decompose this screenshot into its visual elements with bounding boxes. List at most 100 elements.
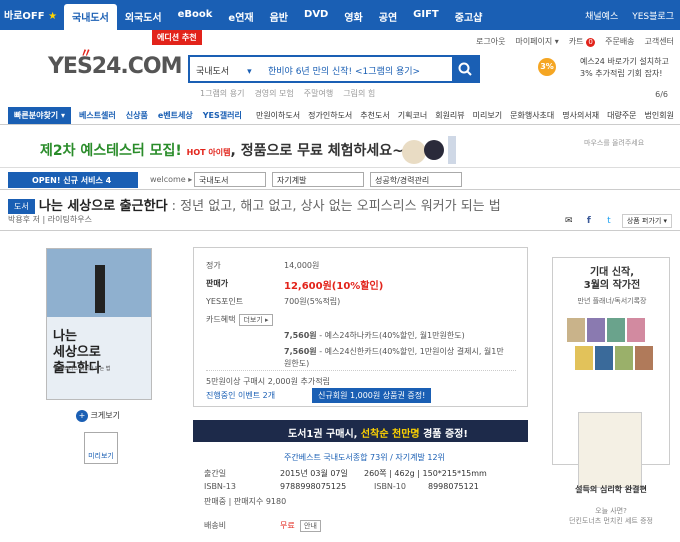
chevron-down-icon: ▾ (247, 67, 252, 77)
nav-show[interactable]: 공연 (371, 4, 405, 30)
mypage-link[interactable]: 마이페이지 ▾ (515, 36, 558, 47)
hot-keyword[interactable]: 주말여행 (304, 88, 333, 99)
isbn10-value: 8998075121 (428, 482, 479, 491)
planner-image (567, 318, 653, 370)
persuasion-book-image (578, 412, 642, 488)
open-service-button[interactable]: OPEN! 신규 서비스 4 (8, 172, 138, 188)
card-benefit-2-cont: 원한도) (284, 359, 310, 368)
cover-subtitle: 오피스리스 워커가 되는 법 (55, 366, 111, 372)
logout-link[interactable]: 로그아웃 (476, 36, 505, 47)
breadcrumb-select-category[interactable]: 국내도서 (194, 172, 266, 187)
promo-banner[interactable]: 제2차 예스테스터 모집! HOT 아이템, 정품으로 무료 체험하세요~ 마우… (0, 130, 680, 168)
shortcut-promo[interactable]: 3% 예스24 바로가기 설치하고 3% 추가적립 기회 잡자! (532, 56, 669, 80)
order-link[interactable]: 주문배송 (605, 36, 634, 47)
breadcrumb-welcome[interactable]: welcome ▸ (150, 175, 192, 184)
scrap-button[interactable]: 상품 퍼가기 ▾ (621, 214, 672, 228)
quick-category-button[interactable]: 빠른분야찾기 ▾ (8, 107, 71, 124)
shipping-value: 무료 (280, 521, 295, 530)
catnav-link[interactable]: 만원이하도서 (256, 110, 300, 121)
yes24-logo[interactable]: YES24.COM 〃 (48, 46, 183, 79)
catnav-link[interactable]: 정가인하도서 (308, 110, 352, 121)
rank-link[interactable]: 주간베스트 국내도서종합 73위 / 자기계발 12위 (284, 452, 445, 463)
mail-icon[interactable]: ✉ (562, 215, 576, 227)
cart-link[interactable]: 카트 0 (569, 36, 596, 47)
catnav-link[interactable]: 기획코너 (398, 110, 427, 121)
search-button[interactable] (452, 57, 478, 81)
event-link[interactable]: e벤트세상 (158, 110, 193, 121)
author-publisher[interactable]: 박용후 저 | 라이팅하우스 (8, 214, 92, 225)
breadcrumb-select-detail[interactable]: 성공학/경력관리 (370, 172, 462, 187)
share-bar: ✉ f t 상품 퍼가기 ▾ (562, 214, 672, 228)
catnav-link[interactable]: 미리보기 (473, 110, 502, 121)
catnav-link[interactable]: 회원리뷰 (435, 110, 464, 121)
nav-movie[interactable]: 영화 (336, 4, 370, 30)
nav-foreign[interactable]: 외국도서 (117, 4, 170, 30)
book-cover[interactable]: 나는 세상으로 출근한다 오피스리스 워커가 되는 법 (46, 248, 152, 400)
breadcrumb-select-subcategory[interactable]: 자기계발 (272, 172, 364, 187)
preview-button[interactable]: 미리보기 (84, 432, 118, 464)
nav-ebook[interactable]: eBook (170, 4, 221, 30)
nav-music[interactable]: 음반 (262, 4, 296, 30)
mouse-hint: 마우스를 올려주세요 (584, 139, 645, 147)
nav-dvd[interactable]: DVD (296, 4, 336, 30)
twitter-icon[interactable]: t (602, 215, 616, 227)
catnav-link[interactable]: 추천도서 (360, 110, 389, 121)
main-nav: 국내도서 외국도서 eBook e연재 음반 DVD 영화 공연 GIFT 중고… (64, 4, 490, 30)
edition-badge[interactable]: 에디션 추천 (152, 30, 202, 45)
side-promo-book[interactable]: 설득의 심리학 완결편 오늘 사면? 던킨도너츠 먼치킨 세트 증정 (552, 392, 670, 542)
list-price-label: 정가 (206, 261, 221, 270)
isbn13-value: 9788998075125 (280, 482, 347, 491)
book-type-tag: 도서 (8, 199, 35, 214)
side-book-title: 설득의 심리학 완결편 (575, 485, 647, 494)
nav-gift[interactable]: GIFT (405, 4, 447, 30)
hot-keyword[interactable]: 1그램의 용기 (200, 88, 244, 99)
book-specs: 260쪽 | 462g | 150*215*15mm (364, 469, 487, 478)
event-link[interactable]: 진행중인 이벤트 2개 (206, 390, 275, 401)
hot-keyword[interactable]: 경영의 모험 (254, 88, 293, 99)
banner-text: 제2차 예스테스터 모집! HOT 아이템, 정품으로 무료 체험하세요~ (40, 143, 404, 159)
star-icon: ★ (48, 11, 58, 22)
nav-used[interactable]: 중고샵 (447, 4, 491, 30)
bestseller-link[interactable]: 베스트셀러 (79, 110, 116, 121)
catnav-link[interactable]: 대량주문 (607, 110, 636, 121)
nav-serial[interactable]: e연재 (220, 4, 261, 30)
promo-pager[interactable]: 6/6 (655, 90, 668, 99)
list-price-value: 14,000원 (284, 261, 320, 270)
top-bar: 바로OFF ★ 국내도서 외국도서 eBook e연재 음반 DVD 영화 공연… (0, 0, 680, 30)
catnav-link[interactable]: 명사의서재 (562, 110, 599, 121)
product-title: 도서 나는 세상으로 출근한다 : 정년 없고, 해고 없고, 상사 없는 오피… (8, 195, 501, 214)
category-nav: 빠른분야찾기 ▾ 베스트셀러 신상품 e벤트세상 YES갤러리 만원이하도서 정… (0, 107, 680, 125)
zoom-button[interactable]: + 크게보기 (76, 410, 120, 422)
card-more-button[interactable]: 더보기 ▸ (239, 314, 273, 326)
book-subtitle: : 정년 없고, 해고 없고, 상사 없는 오피스리스 워커가 되는 법 (171, 199, 501, 214)
gallery-link[interactable]: YES갤러리 (203, 110, 242, 121)
channel-yes-link[interactable]: 채널예스 (585, 9, 618, 22)
catnav-link[interactable]: 문화행사초대 (510, 110, 554, 121)
search-category-select[interactable]: 국내도서 ▾ (196, 64, 252, 77)
new-product-link[interactable]: 신상품 (126, 110, 148, 121)
isbn13-label: ISBN-13 (204, 482, 236, 491)
side-book-offer: 오늘 사면? 던킨도너츠 먼치킨 세트 증정 (569, 507, 653, 525)
gift-ad-banner[interactable]: 도서1권 구매시, 선착순 천만명 경품 증정! (193, 420, 528, 442)
shipping-info-button[interactable]: 안내 (300, 520, 321, 532)
search-input[interactable]: 한비야 6년 만의 신작! <1그램의 용기> (268, 64, 420, 77)
coupon-badge[interactable]: 신규회원 1,000원 상품권 증정! (312, 388, 432, 403)
plus-icon: + (76, 410, 88, 422)
percent-badge: 3% (538, 58, 556, 76)
facebook-icon[interactable]: f (582, 215, 596, 227)
cart-count: 0 (586, 38, 596, 47)
divider (0, 230, 680, 231)
yes-blog-link[interactable]: YES블로그 (632, 9, 674, 22)
catnav-link[interactable]: 법인회원 (645, 110, 674, 121)
extra-points: 5만원이상 구매시 2,000원 추가적립 (206, 377, 330, 386)
side-promo-subtitle: 만년 플래너/독서기록장 (577, 297, 647, 305)
card-label: 카드혜택 더보기 ▸ (206, 314, 273, 326)
point-label: YES포인트 (206, 297, 244, 306)
top-right-links: 채널예스 YES블로그 (585, 9, 674, 22)
customer-center-link[interactable]: 고객센터 (645, 36, 674, 47)
off-button[interactable]: 바로OFF ★ (4, 7, 57, 22)
side-promo-title: 기대 신작, 3월의 작가전 (583, 267, 641, 291)
hot-keyword[interactable]: 그림의 힘 (343, 88, 375, 99)
nav-domestic[interactable]: 국내도서 (64, 4, 117, 30)
cosmetic-image (402, 136, 456, 164)
